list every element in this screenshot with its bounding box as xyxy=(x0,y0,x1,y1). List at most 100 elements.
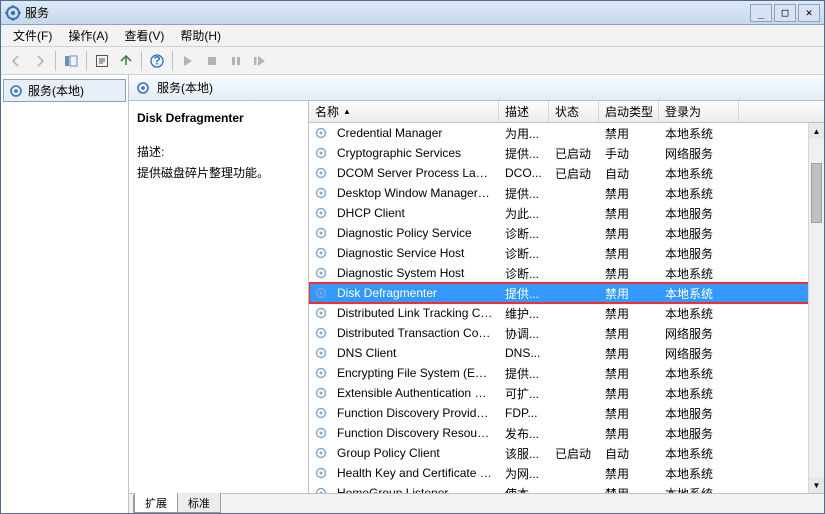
cell-name: Diagnostic Service Host xyxy=(331,246,499,260)
cell-starttype: 禁用 xyxy=(599,245,659,262)
cell-logon: 本地系统 xyxy=(659,285,739,302)
service-row[interactable]: DNS ClientDNS...禁用网络服务 xyxy=(309,343,824,363)
cell-name: Credential Manager xyxy=(331,126,499,140)
service-row[interactable]: Distributed Link Tracking Client维护...禁用本… xyxy=(309,303,824,323)
gear-icon xyxy=(313,185,329,201)
service-row[interactable]: Function Discovery Provider HostFDP...禁用… xyxy=(309,403,824,423)
col-header-status[interactable]: 状态 xyxy=(549,101,599,122)
menu-action[interactable]: 操作(A) xyxy=(60,25,116,46)
tab-standard[interactable]: 标准 xyxy=(177,493,221,513)
cell-desc: 可扩... xyxy=(499,385,549,402)
cell-logon: 本地服务 xyxy=(659,405,739,422)
service-row[interactable]: Group Policy Client该服...已启动自动本地系统 xyxy=(309,443,824,463)
export-list-button[interactable] xyxy=(115,50,137,72)
menu-help[interactable]: 帮助(H) xyxy=(172,25,229,46)
tree-root-label: 服务(本地) xyxy=(28,82,84,99)
cell-logon: 本地系统 xyxy=(659,265,739,282)
menubar: 文件(F) 操作(A) 查看(V) 帮助(H) xyxy=(1,25,824,47)
show-hide-tree-button[interactable] xyxy=(60,50,82,72)
cell-desc: 提供... xyxy=(499,285,549,302)
cell-name: Function Discovery Provider Host xyxy=(331,406,499,420)
description-text: 提供磁盘碎片整理功能。 xyxy=(137,164,300,181)
service-row[interactable]: Credential Manager为用...禁用本地系统 xyxy=(309,123,824,143)
service-row[interactable]: Extensible Authentication Proto...可扩...禁… xyxy=(309,383,824,403)
gear-icon xyxy=(313,425,329,441)
minimize-button[interactable]: _ xyxy=(750,4,772,22)
cell-desc: 诊断... xyxy=(499,225,549,242)
cell-starttype: 禁用 xyxy=(599,205,659,222)
view-tabs: 扩展 标准 xyxy=(129,493,824,513)
cell-desc: DNS... xyxy=(499,346,549,360)
service-row[interactable]: Disk Defragmenter提供...禁用本地系统 xyxy=(309,283,824,303)
gear-icon xyxy=(313,285,329,301)
cell-starttype: 自动 xyxy=(599,445,659,462)
forward-button[interactable] xyxy=(29,50,51,72)
service-row[interactable]: Diagnostic System Host诊断...禁用本地系统 xyxy=(309,263,824,283)
cell-logon: 网络服务 xyxy=(659,145,739,162)
help-button[interactable]: ? xyxy=(146,50,168,72)
tab-extended[interactable]: 扩展 xyxy=(134,493,178,513)
toolbar: ? xyxy=(1,47,824,75)
menu-view[interactable]: 查看(V) xyxy=(116,25,172,46)
col-header-name[interactable]: 名称▲ xyxy=(309,101,499,122)
gear-icon xyxy=(313,465,329,481)
right-pane: 服务(本地) Disk Defragmenter 描述: 提供磁盘碎片整理功能。… xyxy=(129,75,824,513)
restart-service-button[interactable] xyxy=(249,50,271,72)
close-button[interactable]: ✕ xyxy=(798,4,820,22)
cell-starttype: 禁用 xyxy=(599,485,659,494)
cell-logon: 本地系统 xyxy=(659,305,739,322)
service-row[interactable]: Diagnostic Policy Service诊断...禁用本地服务 xyxy=(309,223,824,243)
cell-starttype: 禁用 xyxy=(599,405,659,422)
menu-file[interactable]: 文件(F) xyxy=(5,25,60,46)
properties-button[interactable] xyxy=(91,50,113,72)
cell-starttype: 禁用 xyxy=(599,125,659,142)
cell-name: Desktop Window Manager Ses... xyxy=(331,186,499,200)
gear-icon xyxy=(313,145,329,161)
col-header-starttype[interactable]: 启动类型 xyxy=(599,101,659,122)
right-header: 服务(本地) xyxy=(129,75,824,101)
back-button[interactable] xyxy=(5,50,27,72)
app-icon xyxy=(5,5,21,21)
service-row[interactable]: Diagnostic Service Host诊断... 禁用本地服务 xyxy=(309,243,824,263)
cell-logon: 网络服务 xyxy=(659,345,739,362)
col-header-logon[interactable]: 登录为 xyxy=(659,101,739,122)
cell-logon: 本地系统 xyxy=(659,365,739,382)
cell-starttype: 自动 xyxy=(599,165,659,182)
gear-icon xyxy=(313,385,329,401)
service-row[interactable]: Function Discovery Resource P...发布...禁用本… xyxy=(309,423,824,443)
cell-desc: 诊断... xyxy=(499,245,549,262)
scroll-down-button[interactable]: ▼ xyxy=(809,477,824,493)
cell-desc: 发布... xyxy=(499,425,549,442)
service-row[interactable]: DCOM Server Process LauncherDCO...已启动自动本… xyxy=(309,163,824,183)
cell-logon: 本地服务 xyxy=(659,245,739,262)
toolbar-sep xyxy=(55,51,56,71)
window-buttons: _ □ ✕ xyxy=(750,4,820,22)
service-row[interactable]: Cryptographic Services提供...已启动手动网络服务 xyxy=(309,143,824,163)
cell-name: DNS Client xyxy=(331,346,499,360)
service-row[interactable]: Health Key and Certificate Man...为网...禁用… xyxy=(309,463,824,483)
service-row[interactable]: Encrypting File System (EFS)提供...禁用本地系统 xyxy=(309,363,824,383)
service-row[interactable]: HomeGroup Listener使本...禁用本地系统 xyxy=(309,483,824,493)
scroll-up-button[interactable]: ▲ xyxy=(809,123,824,139)
start-service-button[interactable] xyxy=(177,50,199,72)
maximize-button[interactable]: □ xyxy=(774,4,796,22)
gear-icon xyxy=(313,345,329,361)
cell-desc: 使本... xyxy=(499,485,549,494)
svg-text:?: ? xyxy=(153,54,160,68)
col-header-desc[interactable]: 描述 xyxy=(499,101,549,122)
tree-root-services-local[interactable]: 服务(本地) xyxy=(3,79,126,102)
cell-desc: 诊断... xyxy=(499,265,549,282)
pause-service-button[interactable] xyxy=(225,50,247,72)
gear-icon xyxy=(313,445,329,461)
cell-name: Extensible Authentication Proto... xyxy=(331,386,499,400)
service-row[interactable]: DHCP Client为此...禁用本地服务 xyxy=(309,203,824,223)
service-row[interactable]: Distributed Transaction Coordi...协调...禁用… xyxy=(309,323,824,343)
service-row[interactable]: Desktop Window Manager Ses...提供...禁用本地系统 xyxy=(309,183,824,203)
stop-service-button[interactable] xyxy=(201,50,223,72)
cell-starttype: 禁用 xyxy=(599,185,659,202)
scroll-thumb[interactable] xyxy=(811,163,822,223)
vertical-scrollbar[interactable]: ▲ ▼ xyxy=(808,123,824,493)
gear-icon xyxy=(313,265,329,281)
gear-icon xyxy=(313,125,329,141)
cell-desc: 为此... xyxy=(499,205,549,222)
